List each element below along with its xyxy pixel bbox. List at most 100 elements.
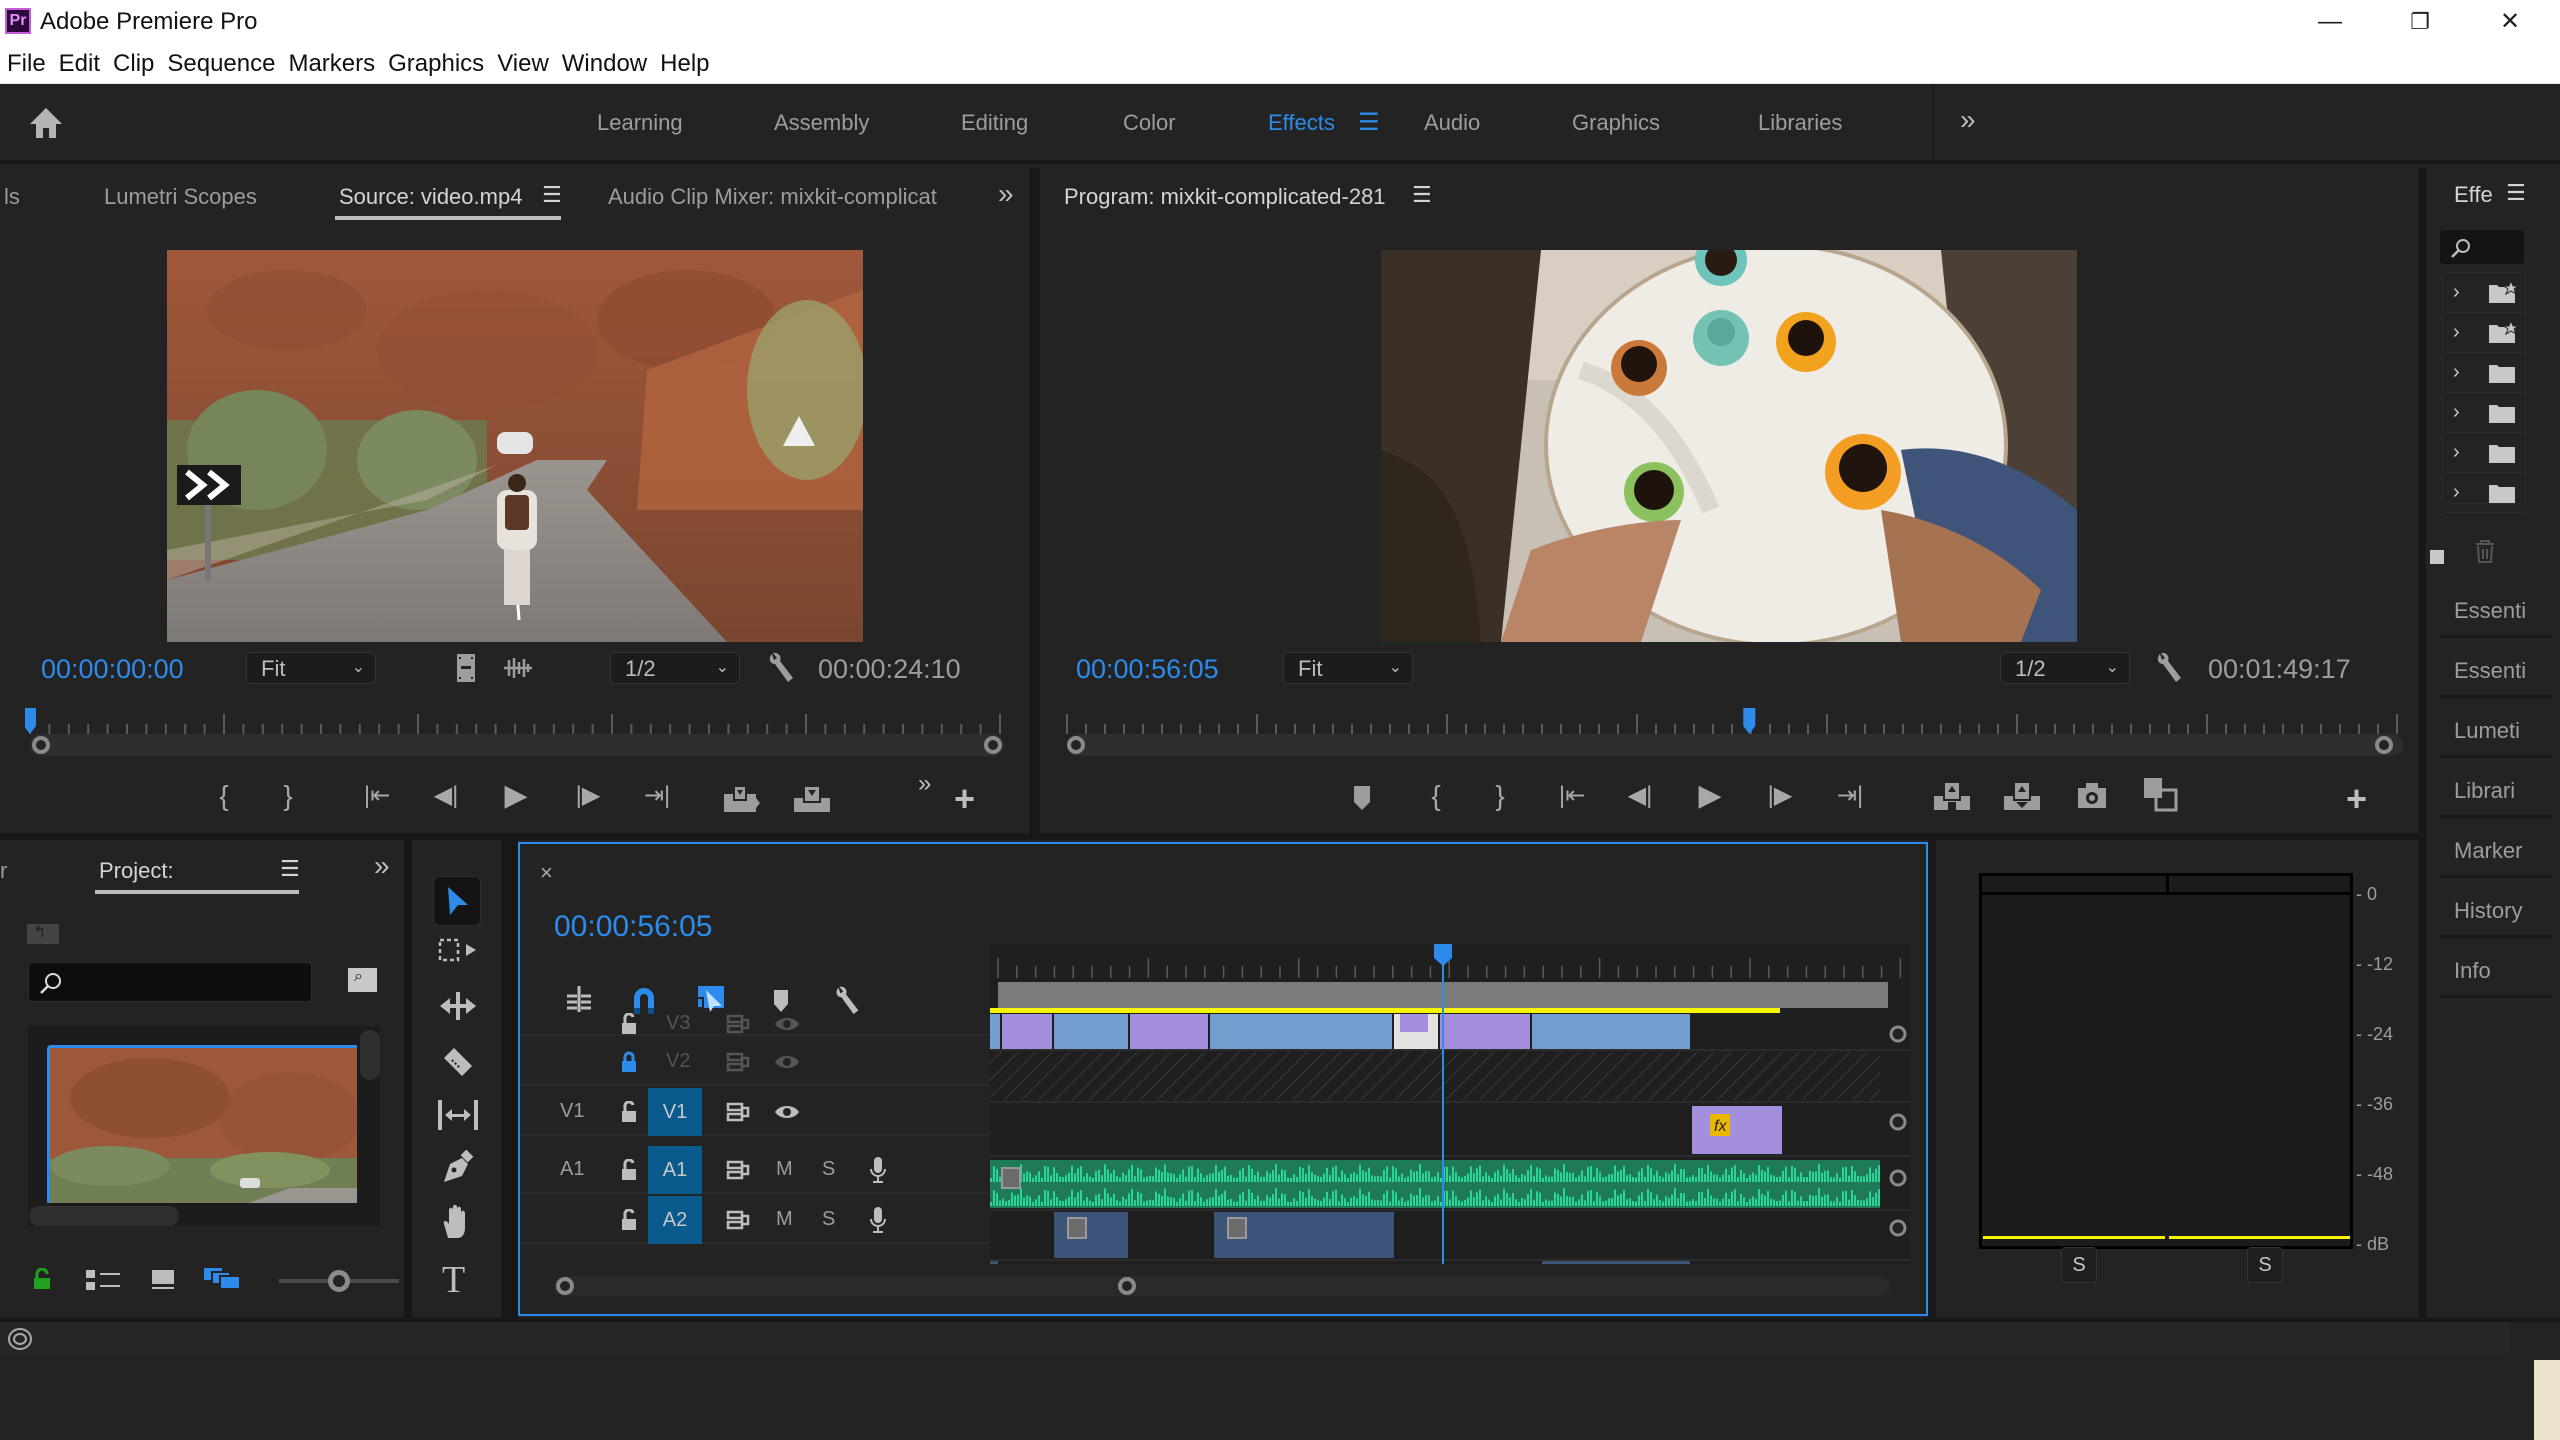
side-panel-tab-lumeti[interactable]: Lumeti [2440, 702, 2552, 758]
menu-window[interactable]: Window [555, 46, 653, 78]
microphone-icon[interactable] [868, 1156, 888, 1184]
workspace-tab-learning[interactable]: Learning [597, 110, 683, 136]
timeline-scroll-handle-left[interactable] [556, 1277, 574, 1295]
eye-icon[interactable] [774, 1104, 800, 1120]
lock-closed-icon[interactable] [620, 1051, 638, 1073]
program-current-timecode[interactable]: 00:00:56:05 [1076, 654, 1219, 685]
lock-open-icon[interactable] [620, 1013, 638, 1035]
zoom-slider-handle[interactable] [328, 1270, 350, 1292]
panel-divider[interactable] [0, 833, 2418, 840]
workspace-tab-editing[interactable]: Editing [961, 110, 1028, 136]
play-button[interactable]: ▶ [1688, 776, 1732, 816]
side-panel-tab-info[interactable]: Info [2440, 942, 2552, 998]
selection-tool[interactable] [433, 876, 481, 926]
program-zoom-dropdown[interactable]: Fit ⌄ [1283, 652, 1413, 684]
timeline-tracks-area[interactable]: fx [990, 944, 1910, 1264]
go-to-in-button[interactable]: |⇤ [1550, 776, 1594, 816]
panel-menu-icon[interactable]: ☰ [280, 856, 300, 882]
side-panel-tab-essenti[interactable]: Essenti [2440, 582, 2552, 638]
timeline-scroll-handle-right[interactable] [1118, 1277, 1136, 1295]
razor-tool[interactable] [440, 1044, 476, 1085]
effects-search-input[interactable] [2440, 230, 2524, 264]
lock-open-icon[interactable] [620, 1159, 638, 1181]
source-current-timecode[interactable]: 00:00:00:00 [41, 654, 184, 685]
pen-tool[interactable] [440, 1149, 474, 1191]
type-tool[interactable]: T [442, 1258, 465, 1302]
step-back-button[interactable]: ◀| [1618, 776, 1662, 816]
eye-icon[interactable] [774, 1016, 800, 1032]
program-zoom-scrollbar[interactable] [1067, 734, 2403, 756]
minimize-button[interactable]: — [2300, 4, 2360, 40]
close-sequence-button[interactable]: × [540, 860, 553, 886]
extract-button[interactable] [2002, 780, 2042, 819]
workspace-tab-graphics[interactable]: Graphics [1572, 110, 1660, 136]
workspace-tab-color[interactable]: Color [1123, 110, 1176, 136]
workspace-tab-audio[interactable]: Audio [1424, 110, 1480, 136]
source-resolution-dropdown[interactable]: 1/2 ⌄ [610, 652, 740, 684]
find-button[interactable]: ⌕ [348, 968, 377, 992]
effects-folder-row[interactable]: › [2443, 393, 2527, 433]
export-frame-button[interactable] [2076, 780, 2108, 815]
tab-source[interactable]: Source: video.mp4 [339, 184, 522, 210]
side-panel-tab-essenti[interactable]: Essenti [2440, 642, 2552, 698]
lock-open-icon[interactable] [620, 1101, 638, 1123]
workspace-tab-libraries[interactable]: Libraries [1758, 110, 1842, 136]
slip-tool[interactable] [436, 1098, 480, 1137]
panel-menu-icon[interactable]: ☰ [542, 182, 562, 208]
menu-clip[interactable]: Clip [106, 46, 160, 78]
effects-folder-row[interactable]: › [2443, 313, 2527, 353]
panel-divider[interactable] [1928, 840, 1936, 1318]
menu-markers[interactable]: Markers [281, 46, 381, 78]
source-zoom-scrollbar[interactable] [30, 734, 1004, 756]
add-button-icon[interactable]: + [2346, 778, 2367, 820]
panel-divider[interactable] [404, 840, 412, 1318]
panel-overflow-button[interactable]: » [998, 178, 1014, 210]
menu-help[interactable]: Help [653, 46, 715, 78]
go-to-in-button[interactable]: |⇤ [355, 776, 399, 816]
source-scroll-handle-right[interactable] [984, 736, 1002, 754]
project-search-input[interactable] [28, 962, 312, 1002]
mark-in-button[interactable]: { [1414, 776, 1458, 816]
tab-lumetri-scopes[interactable]: Lumetri Scopes [104, 184, 257, 210]
tab-audio-clip-mixer[interactable]: Audio Clip Mixer: mixkit-complicat [608, 184, 948, 210]
panel-divider[interactable] [502, 840, 518, 1318]
track-target-a2[interactable]: A2 [648, 1196, 702, 1244]
solo-right-button[interactable]: S [2247, 1247, 2283, 1283]
track-select-tool[interactable] [438, 936, 478, 971]
workspace-tab-assembly[interactable]: Assembly [774, 110, 869, 136]
effects-folder-row[interactable]: › [2443, 473, 2527, 513]
mute-button[interactable]: M [776, 1208, 793, 1231]
solo-button[interactable]: S [822, 1208, 835, 1231]
effects-folder-row[interactable]: › [2443, 433, 2527, 473]
lift-button[interactable] [1932, 780, 1972, 819]
effects-folder-row[interactable]: › [2443, 353, 2527, 393]
drag-video-only-button[interactable] [455, 652, 477, 689]
tab-effects[interactable]: Effe [2454, 182, 2493, 208]
workspace-overflow-button[interactable]: » [1960, 104, 1976, 136]
tab-project[interactable]: Project: [99, 858, 174, 884]
sync-lock-icon[interactable] [726, 1052, 750, 1072]
sync-lock-icon[interactable] [726, 1102, 750, 1122]
hand-tool[interactable] [440, 1204, 474, 1245]
menu-view[interactable]: View [490, 46, 555, 78]
source-patch-label[interactable]: V1 [560, 1100, 584, 1123]
project-vertical-scrollbar[interactable] [360, 1030, 380, 1080]
home-button[interactable] [28, 106, 64, 145]
overwrite-button[interactable] [792, 784, 832, 819]
sync-lock-icon[interactable] [726, 1014, 750, 1034]
restore-button[interactable]: ❐ [2390, 4, 2450, 40]
timeline-current-timecode[interactable]: 00:00:56:05 [554, 910, 712, 944]
transport-overflow-button[interactable]: » [918, 770, 931, 798]
project-horizontal-scrollbar[interactable] [29, 1206, 179, 1226]
source-zoom-dropdown[interactable]: Fit ⌄ [246, 652, 376, 684]
program-video-frame[interactable] [1381, 250, 2077, 642]
panel-menu-icon[interactable]: ☰ [2506, 180, 2526, 206]
play-button[interactable]: ▶ [494, 776, 538, 816]
tab-program[interactable]: Program: mixkit-complicated-281 [1064, 184, 1386, 210]
project-item-thumbnail[interactable] [47, 1045, 357, 1203]
new-bin-icon[interactable] [2430, 550, 2444, 564]
add-button-icon[interactable]: + [954, 778, 975, 820]
sync-lock-icon[interactable] [726, 1160, 750, 1180]
panel-menu-icon[interactable]: ☰ [1412, 182, 1432, 208]
lock-open-icon[interactable] [620, 1209, 638, 1231]
